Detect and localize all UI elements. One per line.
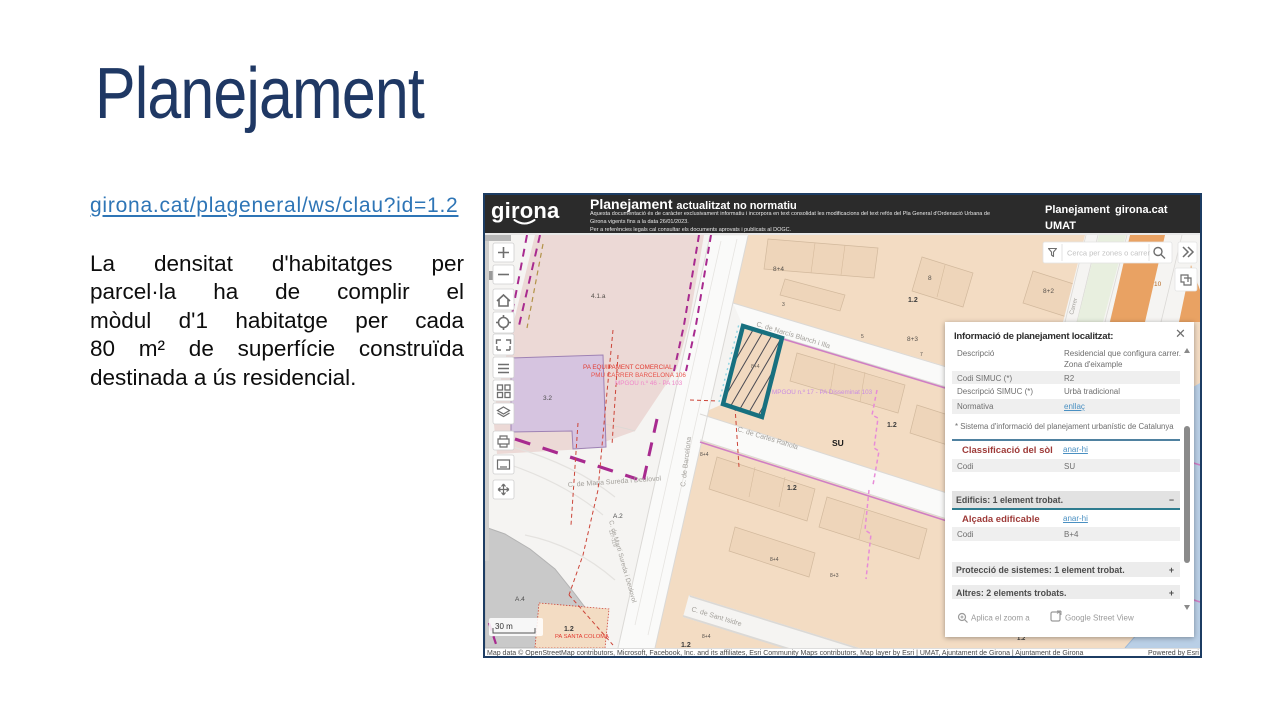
svg-text:8+4: 8+4 xyxy=(751,364,760,370)
svg-text:30 m: 30 m xyxy=(495,622,513,631)
svg-text:1.2: 1.2 xyxy=(564,626,574,633)
svg-text:Google Street View: Google Street View xyxy=(1065,614,1134,623)
svg-text:8+4: 8+4 xyxy=(702,634,711,640)
svg-text:8+4: 8+4 xyxy=(770,557,779,563)
svg-text:8+4: 8+4 xyxy=(773,266,784,273)
svg-text:8+3: 8+3 xyxy=(830,573,839,579)
svg-text:8: 8 xyxy=(928,275,932,282)
svg-text:8+4: 8+4 xyxy=(700,452,709,458)
svg-text:3.2: 3.2 xyxy=(543,395,552,402)
svg-text:SU: SU xyxy=(832,438,844,448)
svg-text:PA SANTA COLOMA: PA SANTA COLOMA xyxy=(555,634,609,640)
svg-text:1.2: 1.2 xyxy=(908,297,918,304)
svg-text:1.2: 1.2 xyxy=(887,422,897,429)
svg-text:1.2: 1.2 xyxy=(787,485,797,492)
svg-text:MPGOU n.º 17 - PA Disseminat 1: MPGOU n.º 17 - PA Disseminat 103 xyxy=(772,389,873,396)
svg-text:8+3: 8+3 xyxy=(907,336,918,343)
svg-text:8+2: 8+2 xyxy=(1043,288,1054,295)
svg-text:MPGOU n.º 46 - PA 103: MPGOU n.º 46 - PA 103 xyxy=(615,380,683,387)
svg-text:4.1.a: 4.1.a xyxy=(591,293,606,300)
svg-text:7: 7 xyxy=(920,352,923,358)
svg-text:PA EQUIPAMENT COMERCIAL: PA EQUIPAMENT COMERCIAL xyxy=(583,364,673,371)
svg-text:10: 10 xyxy=(1154,281,1162,288)
svg-text:3: 3 xyxy=(782,302,785,308)
svg-text:Cerca per zones o carrer: Cerca per zones o carrer xyxy=(1067,249,1150,258)
svg-text:A.4: A.4 xyxy=(515,596,525,603)
svg-text:5: 5 xyxy=(861,334,864,340)
svg-text:Aplica el zoom a: Aplica el zoom a xyxy=(971,614,1030,623)
svg-text:PMU CARRER BARCELONA 106: PMU CARRER BARCELONA 106 xyxy=(591,372,686,379)
